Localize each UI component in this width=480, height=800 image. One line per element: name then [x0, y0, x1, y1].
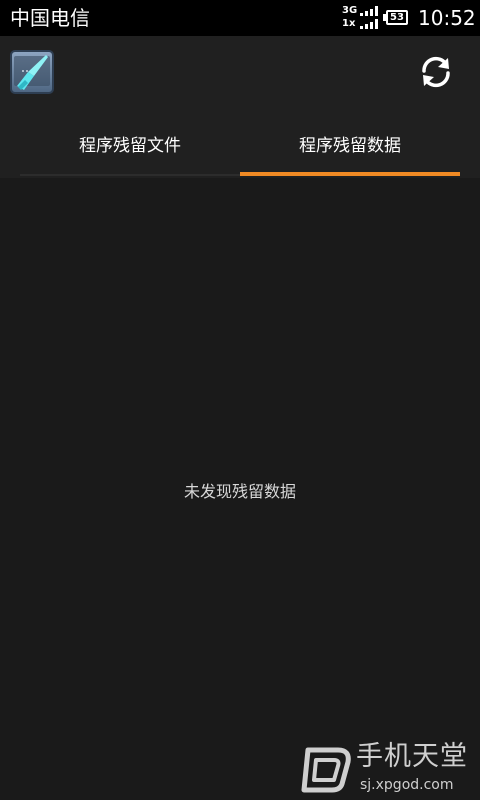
broom-icon[interactable] [10, 50, 54, 94]
tab-residual-data[interactable]: 程序残留数据 [240, 108, 460, 178]
refresh-icon [422, 56, 450, 88]
selected-tab-indicator [240, 172, 460, 176]
signal-icon [360, 6, 378, 16]
screen: 中国电信 3G 1x 53 10:52 程序残留文件 程序残留数据 未发现残留数… [0, 0, 480, 800]
empty-message: 未发现残留数据 [183, 482, 296, 501]
refresh-button[interactable] [414, 52, 458, 92]
watermark-url: sj.xpgod.com [360, 777, 454, 793]
signal-icon [360, 19, 378, 29]
content-area: 未发现残留数据 [0, 178, 480, 800]
network-3g-label: 3G [342, 5, 358, 16]
battery-level: 53 [390, 12, 404, 23]
watermark: 手机天堂 sj.xpgod.com [298, 740, 480, 800]
carrier-name: 中国电信 [10, 6, 90, 30]
tab-bar: 程序残留文件 程序残留数据 [0, 108, 480, 178]
watermark-title: 手机天堂 [356, 741, 468, 772]
tab-residual-files[interactable]: 程序残留文件 [20, 108, 240, 178]
battery-icon: 53 [386, 10, 408, 25]
tab-divider [20, 174, 240, 176]
watermark-logo-icon [301, 747, 351, 793]
tab-label: 程序残留数据 [299, 135, 401, 156]
tab-label: 程序残留文件 [79, 135, 181, 156]
action-bar [0, 36, 480, 108]
network-1x-label: 1x [342, 18, 356, 29]
status-bar: 中国电信 3G 1x 53 10:52 [0, 0, 480, 36]
network-indicator: 3G 1x [342, 4, 382, 32]
clock: 10:52 [418, 6, 476, 30]
